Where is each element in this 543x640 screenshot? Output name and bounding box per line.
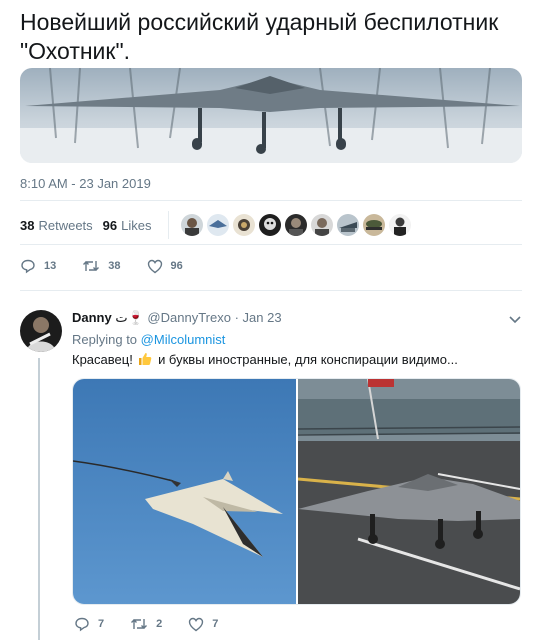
avatar[interactable] (258, 214, 281, 236)
retweets-stat[interactable]: 38 Retweets (20, 218, 93, 233)
retweet-icon (83, 261, 100, 271)
like-button[interactable]: 96 (147, 259, 183, 274)
reply-count: 7 (98, 618, 105, 630)
more-options-button[interactable] (508, 312, 522, 330)
replying-to-label: Replying to (72, 332, 138, 347)
avatar[interactable] (362, 214, 385, 236)
divider (20, 244, 522, 245)
chevron-down-icon (509, 316, 521, 324)
like-count: 96 (170, 260, 183, 272)
reply-text: Красавец! и буквы иностранные, для консп… (72, 352, 458, 367)
retweet-count: 38 (108, 260, 121, 272)
divider (20, 290, 522, 291)
avatar[interactable] (206, 214, 229, 236)
thread-connector (38, 358, 40, 640)
retweet-icon (131, 619, 148, 629)
divider (20, 200, 522, 201)
display-name[interactable]: Danny (72, 310, 112, 325)
avatar[interactable] (232, 214, 255, 236)
heart-icon (189, 617, 204, 631)
heart-icon (147, 259, 162, 273)
retweet-count: 2 (156, 618, 163, 630)
like-count: 7 (212, 618, 219, 630)
likes-label: Likes (121, 217, 152, 233)
reply-date[interactable]: · Jan 23 (235, 310, 282, 325)
divider (167, 211, 169, 239)
reply-icon (75, 617, 89, 632)
name-emoji: ت🍷 (115, 310, 144, 325)
tweet-photo[interactable] (20, 68, 522, 163)
replying-to: Replying to @Milcolumnist (72, 332, 225, 347)
user-handle[interactable]: @DannyTrexo (147, 310, 231, 325)
reply-text-end: и буквы иностранные, для конспирации вид… (158, 352, 458, 367)
replying-to-link[interactable]: @Milcolumnist (141, 332, 226, 347)
thumbs-up-emoji (139, 353, 152, 365)
avatar[interactable] (336, 214, 359, 236)
likes-stat[interactable]: 96 Likes (103, 218, 152, 233)
tweet-actions: 13 38 96 (20, 258, 209, 274)
avatar[interactable] (20, 310, 62, 352)
tweet-stats: 38 Retweets 96 Likes (20, 211, 415, 239)
reply-text-start: Красавец! (72, 352, 133, 367)
retweet-button[interactable]: 2 (130, 617, 162, 631)
retweets-count: 38 (20, 217, 35, 233)
likes-count: 96 (102, 217, 118, 233)
liker-avatars (180, 214, 415, 236)
retweets-label: Retweets (38, 217, 93, 233)
avatar[interactable] (284, 214, 307, 236)
reply-count: 13 (44, 260, 57, 272)
reply-photo[interactable] (298, 379, 520, 604)
reply-photos (72, 378, 521, 605)
avatar[interactable] (180, 214, 203, 236)
tweet-timestamp[interactable]: 8:10 AM - 23 Jan 2019 (20, 176, 151, 191)
reply-photo[interactable] (73, 379, 298, 604)
retweet-button[interactable]: 38 (82, 259, 121, 273)
tweet-text: Новейший российский ударный беспилотник … (20, 9, 499, 64)
reply-actions: 7 2 7 (74, 616, 244, 632)
avatar[interactable] (388, 214, 411, 236)
reply-icon (21, 259, 35, 274)
reply-button[interactable]: 7 (74, 616, 104, 632)
avatar[interactable] (310, 214, 333, 236)
reply-header: Danny ت🍷 @DannyTrexo · Jan 23 (72, 310, 282, 326)
like-button[interactable]: 7 (188, 617, 218, 632)
reply-button[interactable]: 13 (20, 258, 56, 274)
